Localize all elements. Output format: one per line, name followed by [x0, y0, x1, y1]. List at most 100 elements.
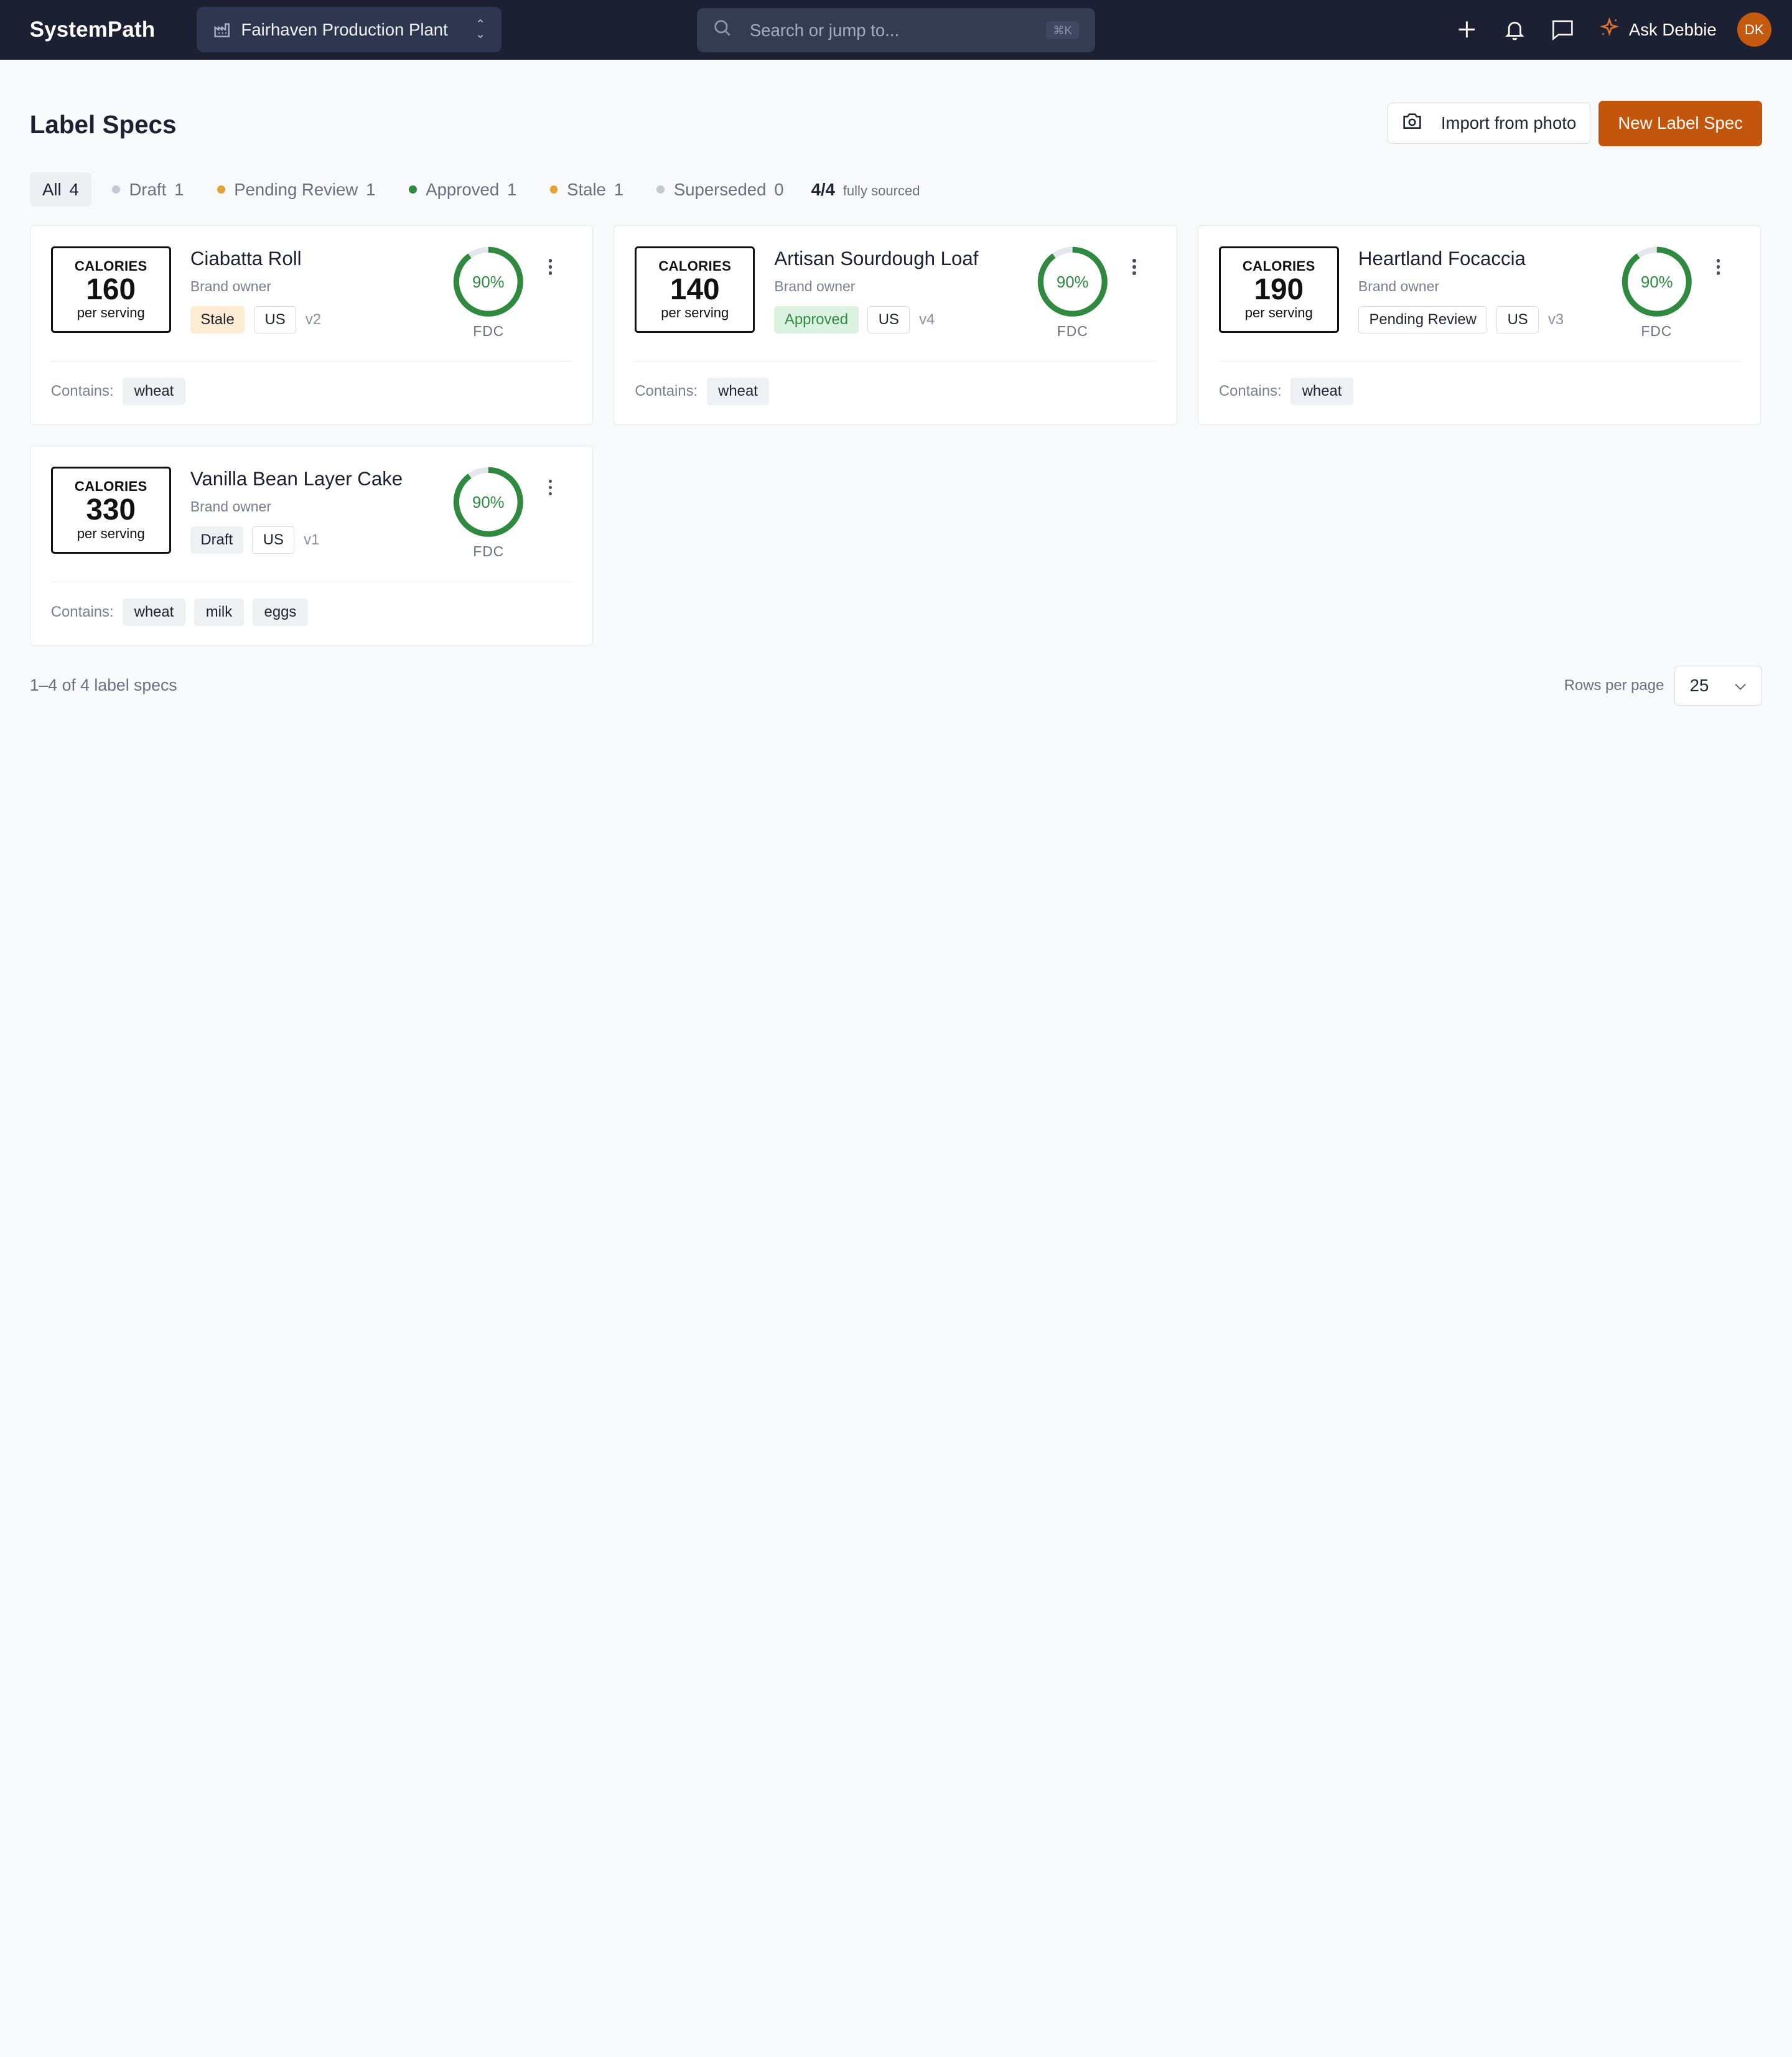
allergen-tag: milk: [194, 598, 244, 626]
more-options-icon[interactable]: [1126, 256, 1142, 279]
chat-icon[interactable]: [1551, 18, 1574, 41]
filter-draft[interactable]: Draft 1: [100, 172, 197, 207]
calories-box: CALORIES 160 per serving: [50, 246, 171, 334]
calories-box: CALORIES 190 per serving: [1218, 246, 1339, 334]
rows-per-page-select[interactable]: 25: [1674, 665, 1763, 706]
top-actions: Ask Debbie DK: [1455, 12, 1771, 47]
filter-count: 4: [69, 179, 79, 199]
product-name[interactable]: Ciabatta Roll: [190, 248, 447, 270]
gauge-source: FDC: [473, 322, 505, 339]
camera-icon: [1402, 112, 1422, 134]
allergen-row: Contains: wheat milk eggs: [51, 582, 572, 642]
allergen-row: Contains: wheat: [51, 361, 572, 421]
brand-owner: Brand owner: [190, 498, 271, 515]
card-tags: Pending Review US v3: [1358, 306, 1615, 334]
label-spec-card[interactable]: CALORIES 190 per serving Heartland Focac…: [1197, 225, 1762, 426]
gauge-value: 90%: [1057, 274, 1088, 291]
sourcing-gauge: 90% FDC: [1036, 245, 1109, 361]
chevron-up-down-icon: ⌃ ⌄: [475, 18, 486, 41]
new-label-spec-button[interactable]: New Label Spec: [1598, 100, 1763, 147]
more-options-icon[interactable]: [542, 256, 558, 279]
gauge-ring: 90%: [454, 246, 524, 317]
allergen-tag: wheat: [123, 598, 185, 626]
page: SystemPath Fairhaven Production Plant ⌃ ⌄…: [0, 0, 1792, 1120]
version-label: v4: [919, 310, 935, 328]
calories-value: 330: [86, 493, 136, 527]
search-input[interactable]: Search or jump to... ⌘K: [697, 7, 1095, 53]
allergen-tag: wheat: [123, 378, 185, 406]
calories-box: CALORIES 140 per serving: [635, 246, 755, 334]
calories-box: CALORIES 330 per serving: [50, 467, 171, 554]
more-options-icon[interactable]: [542, 476, 558, 499]
factory-icon: [213, 21, 231, 39]
version-label: v1: [304, 531, 320, 549]
card-tags: Approved US v4: [774, 306, 1031, 334]
product-name[interactable]: Vanilla Bean Layer Cake: [190, 468, 447, 490]
label-spec-card[interactable]: CALORIES 160 per serving Ciabatta Roll B…: [29, 225, 594, 426]
app-logo[interactable]: SystemPath: [30, 17, 197, 42]
search-shortcut: ⌘K: [1046, 21, 1079, 40]
gauge-source: FDC: [473, 543, 505, 560]
calories-value: 160: [86, 273, 136, 306]
filter-stale[interactable]: Stale 1: [537, 172, 636, 207]
filter-label: All: [42, 179, 62, 199]
calories-unit: per serving: [77, 525, 145, 541]
calories-label: CALORIES: [1242, 258, 1315, 274]
sourced-summary: 4/4 fully sourced: [811, 180, 920, 200]
gauge-source: FDC: [1641, 322, 1673, 339]
product-name[interactable]: Artisan Sourdough Loaf: [774, 248, 1031, 270]
more-options-icon[interactable]: [1710, 256, 1727, 279]
card-header: CALORIES 140 per serving Artisan Sourdou…: [635, 245, 1156, 362]
card-info: Artisan Sourdough Loaf Brand owner Appro…: [774, 245, 1031, 361]
filter-label: Superseded: [673, 179, 767, 199]
search-icon: [713, 19, 731, 41]
label-spec-card[interactable]: CALORIES 140 per serving Artisan Sourdou…: [614, 225, 1177, 426]
allergen-tag: eggs: [253, 598, 308, 626]
filter-all[interactable]: All 4: [29, 172, 91, 207]
chevron-down-icon: [1734, 676, 1747, 696]
sparkle-icon: [1599, 17, 1620, 42]
calories-unit: per serving: [77, 305, 145, 321]
status-dot: [408, 185, 417, 194]
status-badge: Draft: [190, 526, 243, 554]
brand-owner: Brand owner: [774, 278, 856, 294]
calories-value: 190: [1254, 273, 1304, 306]
page-title: Label Specs: [29, 110, 177, 139]
product-name[interactable]: Heartland Focaccia: [1358, 248, 1615, 270]
status-dot: [217, 185, 225, 194]
avatar[interactable]: DK: [1737, 12, 1771, 47]
gauge-ring: 90%: [1622, 246, 1692, 317]
page-header: Label Specs Import from photo New Label …: [0, 60, 1792, 162]
brand-owner: Brand owner: [1358, 278, 1439, 294]
add-icon[interactable]: [1455, 18, 1478, 41]
filter-count: 1: [614, 179, 624, 199]
rows-per-page-value: 25: [1689, 675, 1709, 695]
card-info: Vanilla Bean Layer Cake Brand owner Draf…: [190, 465, 447, 581]
filter-superseded[interactable]: Superseded 0: [644, 172, 796, 207]
region-badge: US: [1496, 306, 1539, 334]
label-spec-grid: CALORIES 160 per serving Ciabatta Roll B…: [0, 225, 1792, 646]
region-badge: US: [252, 526, 295, 554]
brand-owner: Brand owner: [190, 278, 271, 294]
status-badge: Pending Review: [1358, 306, 1488, 334]
contains-label: Contains:: [50, 383, 114, 400]
sourced-label: fully sourced: [842, 182, 920, 198]
top-bar: SystemPath Fairhaven Production Plant ⌃ ⌄…: [0, 0, 1792, 60]
import-from-photo-button[interactable]: Import from photo: [1388, 103, 1591, 144]
status-badge: Approved: [774, 306, 859, 334]
bell-icon[interactable]: [1503, 18, 1526, 41]
label-spec-card[interactable]: CALORIES 330 per serving Vanilla Bean La…: [29, 445, 594, 646]
gauge-ring: 90%: [1037, 246, 1108, 317]
card-info: Heartland Focaccia Brand owner Pending R…: [1358, 245, 1615, 361]
plant-selector[interactable]: Fairhaven Production Plant ⌃ ⌄: [196, 7, 502, 53]
ask-debbie-button[interactable]: Ask Debbie: [1599, 17, 1717, 42]
sourcing-gauge: 90% FDC: [452, 245, 525, 361]
filter-approved[interactable]: Approved 1: [396, 172, 529, 207]
search-placeholder: Search or jump to...: [749, 20, 900, 40]
filter-pending-review[interactable]: Pending Review 1: [204, 172, 388, 207]
filter-label: Draft: [129, 179, 167, 199]
card-header: CALORIES 160 per serving Ciabatta Roll B…: [50, 245, 572, 362]
card-tags: Draft US v1: [190, 526, 447, 554]
allergen-row: Contains: wheat: [635, 361, 1155, 421]
contains-label: Contains:: [635, 383, 698, 400]
